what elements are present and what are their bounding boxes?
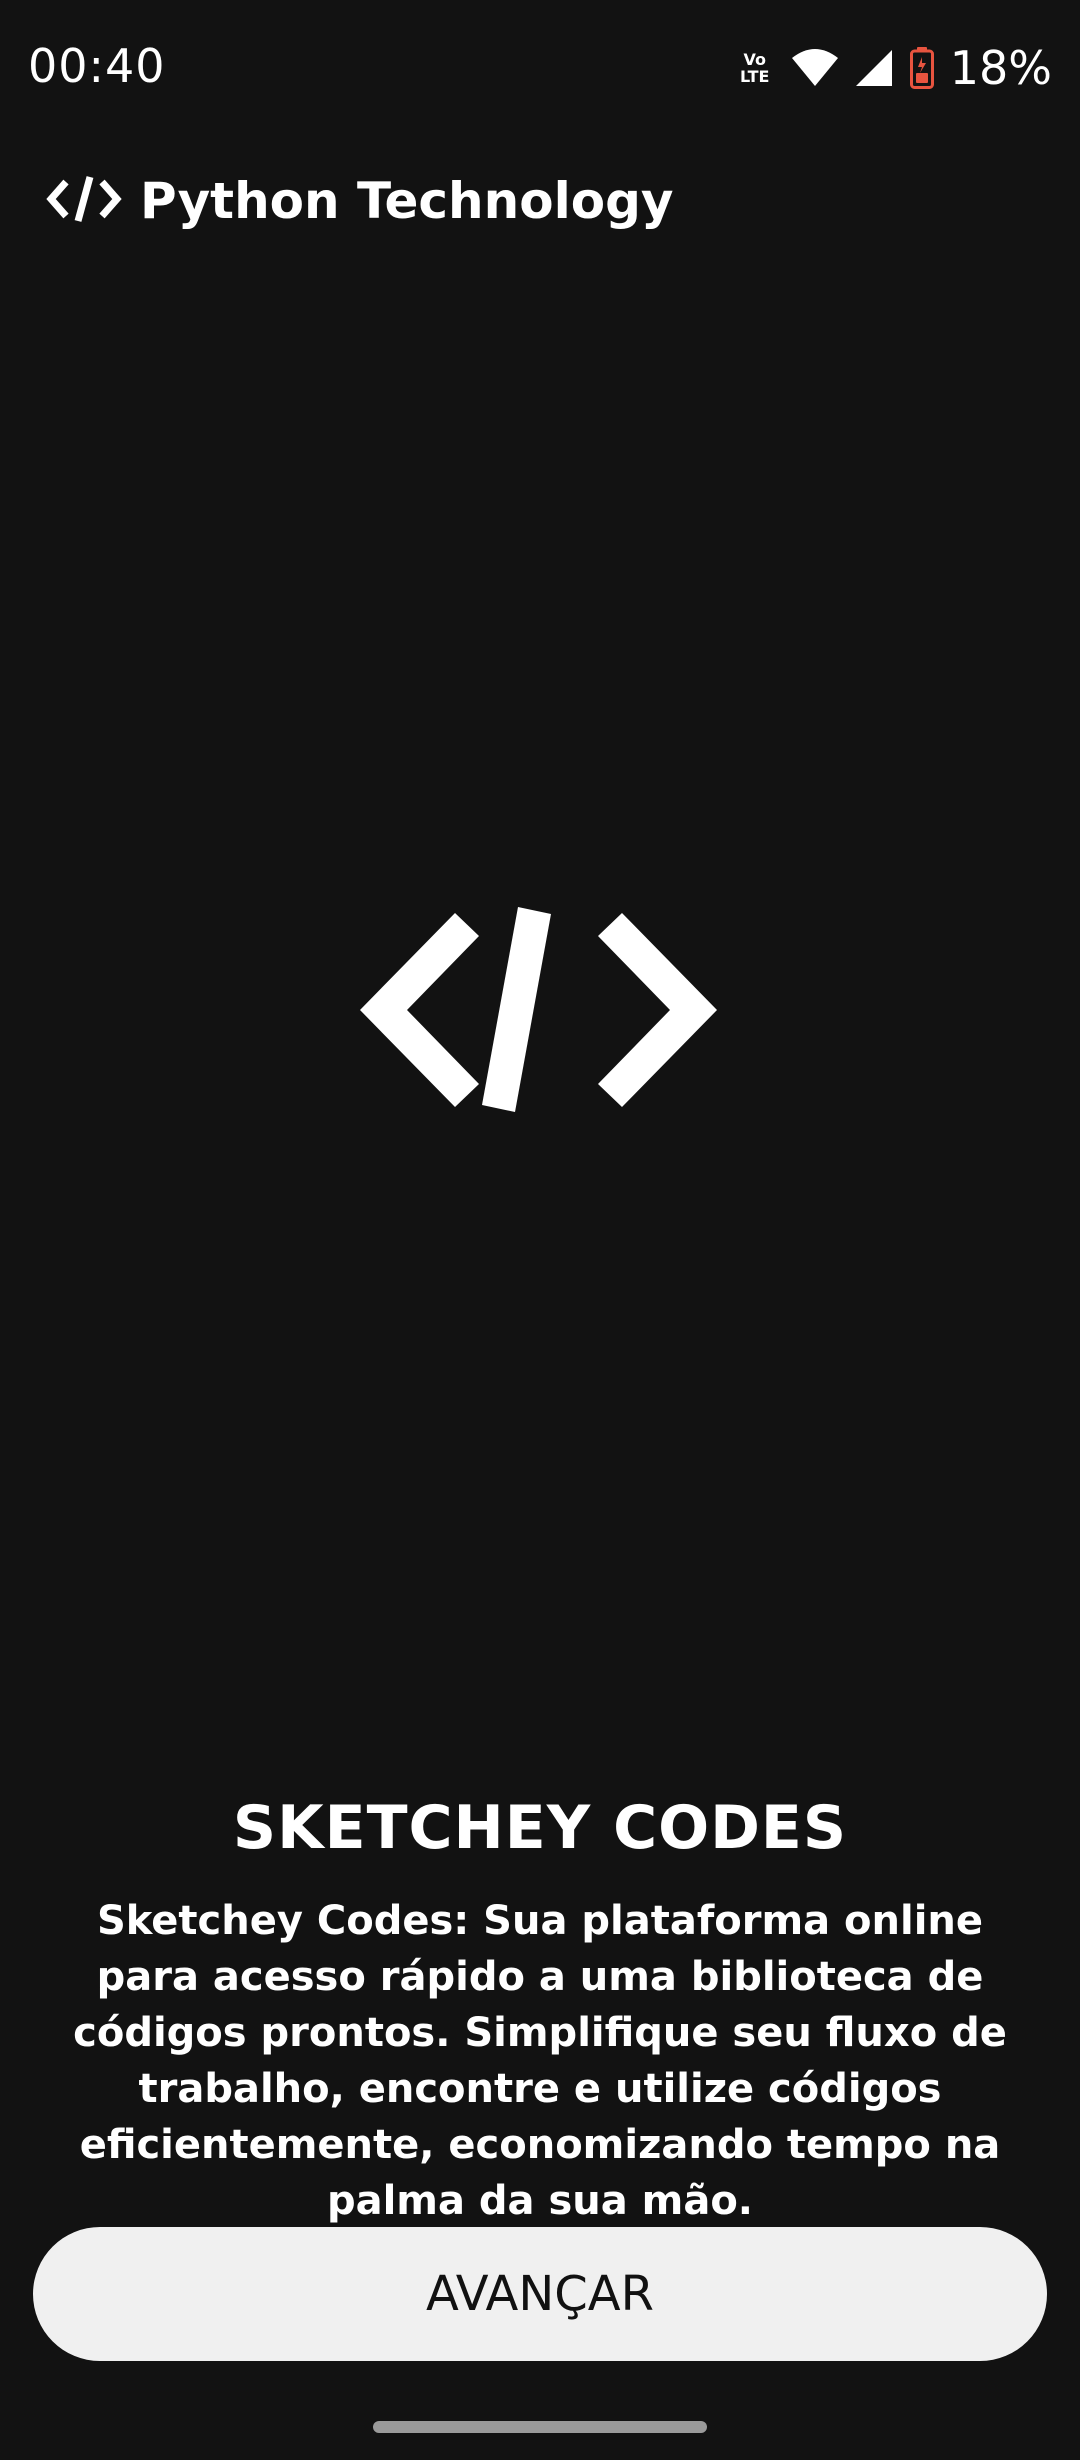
wifi-icon (791, 48, 838, 88)
home-indicator[interactable] (373, 2421, 707, 2433)
battery-low-icon (909, 47, 934, 89)
status-bar: 00:40 Vo LTE 18% (0, 0, 1080, 134)
status-time: 00:40 (28, 39, 166, 93)
cellular-signal-icon (854, 48, 894, 88)
volte-bottom-label: LTE (740, 67, 770, 86)
code-icon (46, 174, 122, 228)
description: Sketchey Codes: Sua plataforma online pa… (73, 1898, 1007, 2224)
app-bar: Python Technology (46, 166, 673, 236)
volte-icon: Vo LTE (734, 48, 776, 88)
status-icons: Vo LTE 18% (734, 40, 1052, 96)
headline: SKETCHEY CODES (232, 1793, 848, 1863)
app-title: Python Technology (140, 172, 674, 230)
battery-percent: 18% (949, 41, 1052, 95)
advance-button[interactable]: AVANÇAR (33, 2227, 1047, 2361)
volte-top-label: Vo (743, 50, 767, 69)
hero-code-icon (343, 900, 735, 1126)
